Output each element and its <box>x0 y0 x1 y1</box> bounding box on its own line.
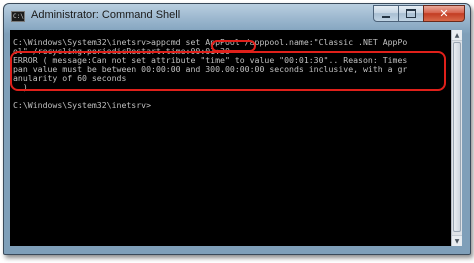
window-controls: ✕ <box>373 5 465 23</box>
maximize-icon <box>406 9 416 18</box>
minimize-button[interactable] <box>373 5 399 22</box>
scroll-thumb[interactable] <box>453 42 461 232</box>
title-bar[interactable]: C:\ Administrator: Command Shell ✕ <box>4 4 470 30</box>
close-icon: ✕ <box>439 7 449 20</box>
console-line: anularity of 60 seconds <box>13 73 127 83</box>
console-output[interactable]: C:\Windows\System32\inetsrv>appcmd set A… <box>10 30 451 246</box>
scroll-up-arrow-icon[interactable]: ▲ <box>452 30 462 41</box>
close-button[interactable]: ✕ <box>423 5 465 22</box>
maximize-button[interactable] <box>398 5 424 22</box>
window-title: Administrator: Command Shell <box>31 9 181 21</box>
console-prompt: C:\Windows\System32\inetsrv> <box>13 100 152 110</box>
console-line: . ) <box>13 82 28 92</box>
vertical-scrollbar[interactable]: ▲ ▼ <box>451 30 462 246</box>
minimize-icon <box>382 15 390 18</box>
scroll-down-arrow-icon[interactable]: ▼ <box>452 235 462 246</box>
command-prompt-icon[interactable]: C:\ <box>11 11 25 22</box>
